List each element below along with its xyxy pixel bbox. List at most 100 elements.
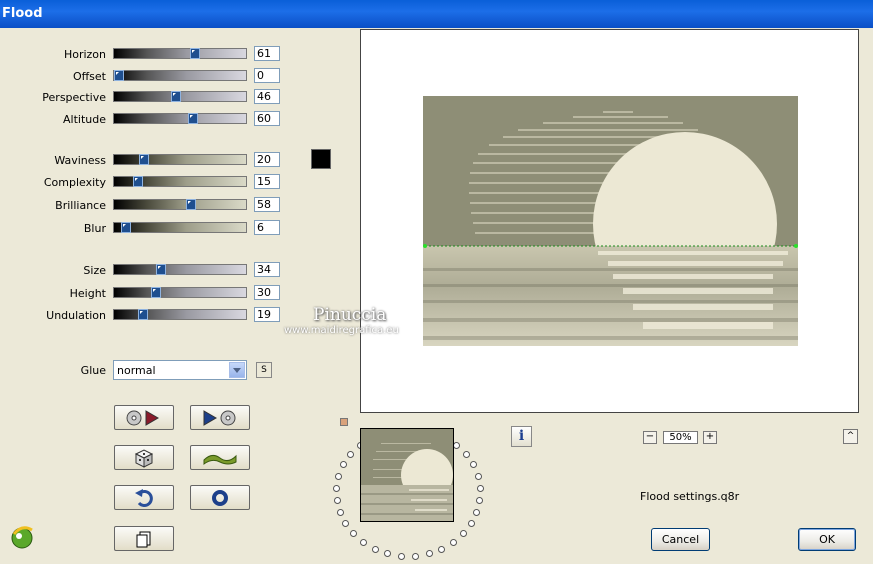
offset-slider-thumb[interactable] <box>114 70 124 81</box>
preview-panel[interactable] <box>360 29 859 413</box>
waviness-slider[interactable] <box>113 154 247 165</box>
altitude-value-field[interactable]: 60 <box>254 111 280 126</box>
navigator-dot[interactable] <box>475 473 482 480</box>
flood-preview-image <box>423 96 798 346</box>
undo-icon <box>135 488 153 507</box>
save-preset-button[interactable] <box>190 405 250 430</box>
navigator-dot[interactable] <box>460 530 467 537</box>
blur-slider[interactable] <box>113 222 247 233</box>
complexity-label: Complexity <box>43 176 106 189</box>
thumbnail-image <box>361 429 453 521</box>
size-slider[interactable] <box>113 264 247 275</box>
random-button[interactable] <box>114 445 174 470</box>
undulation-label: Undulation <box>46 309 106 322</box>
disk-to-arrow-icon <box>126 409 159 426</box>
zoom-level: 50% <box>663 431 698 444</box>
perspective-value-field[interactable]: 46 <box>254 89 280 104</box>
arrow-to-disk-icon <box>203 409 236 426</box>
navigator-dot[interactable] <box>412 553 419 560</box>
offset-slider[interactable] <box>113 70 247 81</box>
glue-dropdown[interactable]: normal <box>113 360 247 380</box>
navigator-dot[interactable] <box>398 553 405 560</box>
blur-value-field[interactable]: 6 <box>254 220 280 235</box>
perspective-label: Perspective <box>42 91 106 104</box>
navigator-dot[interactable] <box>350 530 357 537</box>
thumbnail-preview[interactable] <box>360 428 454 522</box>
navigator-dot[interactable] <box>470 461 477 468</box>
navigator-dot[interactable] <box>360 539 367 546</box>
complexity-value-field[interactable]: 15 <box>254 174 280 189</box>
navigator-handle[interactable] <box>340 418 348 426</box>
brilliance-value-field[interactable]: 58 <box>254 197 280 212</box>
brilliance-slider[interactable] <box>113 199 247 210</box>
undulation-value-field[interactable]: 19 <box>254 307 280 322</box>
undulation-slider[interactable] <box>113 309 247 320</box>
perspective-slider[interactable] <box>113 91 247 102</box>
navigator-dot[interactable] <box>334 497 341 504</box>
waviness-slider-thumb[interactable] <box>139 154 149 165</box>
navigator-dot[interactable] <box>340 461 347 468</box>
perspective-slider-thumb[interactable] <box>171 91 181 102</box>
navigator-dot[interactable] <box>372 546 379 553</box>
size-label: Size <box>83 264 106 277</box>
blur-slider-thumb[interactable] <box>121 222 131 233</box>
waviness-label: Waviness <box>54 154 106 167</box>
chevron-down-icon[interactable] <box>229 362 245 378</box>
wave-button[interactable] <box>190 445 250 470</box>
navigator-dot[interactable] <box>342 520 349 527</box>
waviness-value-field[interactable]: 20 <box>254 152 280 167</box>
brilliance-slider-thumb[interactable] <box>186 199 196 210</box>
brilliance-label: Brilliance <box>55 199 106 212</box>
navigator-dot[interactable] <box>463 451 470 458</box>
watermark-name: Pinuccia <box>313 305 387 325</box>
navigator-dot[interactable] <box>450 539 457 546</box>
navigator-dot[interactable] <box>426 550 433 557</box>
reset-ring-icon <box>212 489 228 506</box>
height-slider-thumb[interactable] <box>151 287 161 298</box>
wave-icon <box>203 454 237 465</box>
height-slider[interactable] <box>113 287 247 298</box>
navigator-dot[interactable] <box>333 485 340 492</box>
offset-label: Offset <box>72 70 106 83</box>
navigator-dot[interactable] <box>473 509 480 516</box>
zoom-in-button[interactable]: + <box>703 431 717 444</box>
copy-pages-icon <box>136 531 151 547</box>
altitude-slider-thumb[interactable] <box>188 113 198 124</box>
undo-button[interactable] <box>114 485 174 510</box>
horizon-label: Horizon <box>63 48 106 61</box>
water-color-swatch[interactable] <box>311 149 331 169</box>
offset-value-field[interactable]: 0 <box>254 68 280 83</box>
navigator-dot[interactable] <box>384 550 391 557</box>
horizon-slider[interactable] <box>113 48 247 59</box>
horizon-slider-thumb[interactable] <box>190 48 200 59</box>
navigator-dot[interactable] <box>476 497 483 504</box>
navigator-dot[interactable] <box>438 546 445 553</box>
size-value-field[interactable]: 34 <box>254 262 280 277</box>
navigator-dot[interactable] <box>335 473 342 480</box>
navigator-dot[interactable] <box>468 520 475 527</box>
ok-button[interactable]: OK <box>798 528 856 551</box>
navigator-dot[interactable] <box>453 442 460 449</box>
reset-button[interactable] <box>190 485 250 510</box>
horizon-value-field[interactable]: 61 <box>254 46 280 61</box>
complexity-slider-thumb[interactable] <box>133 176 143 187</box>
cancel-button[interactable]: Cancel <box>651 528 710 551</box>
info-button[interactable]: i <box>511 426 532 447</box>
settings-filename: Flood settings.q8r <box>640 490 740 503</box>
zoom-out-button[interactable]: − <box>643 431 657 444</box>
title-bar: Flood <box>0 0 873 28</box>
navigator-dot[interactable] <box>477 485 484 492</box>
altitude-slider[interactable] <box>113 113 247 124</box>
size-slider-thumb[interactable] <box>156 264 166 275</box>
load-preset-button[interactable] <box>114 405 174 430</box>
complexity-slider[interactable] <box>113 176 247 187</box>
navigator-dot[interactable] <box>347 451 354 458</box>
navigator-dot[interactable] <box>337 509 344 516</box>
height-value-field[interactable]: 30 <box>254 285 280 300</box>
watermark-url: www.maidiregrafica.eu <box>284 325 399 336</box>
copy-button[interactable] <box>114 526 174 551</box>
glue-s-button[interactable]: S <box>256 362 272 378</box>
height-label: Height <box>69 287 106 300</box>
collapse-button[interactable]: ^ <box>843 429 858 444</box>
undulation-slider-thumb[interactable] <box>138 309 148 320</box>
